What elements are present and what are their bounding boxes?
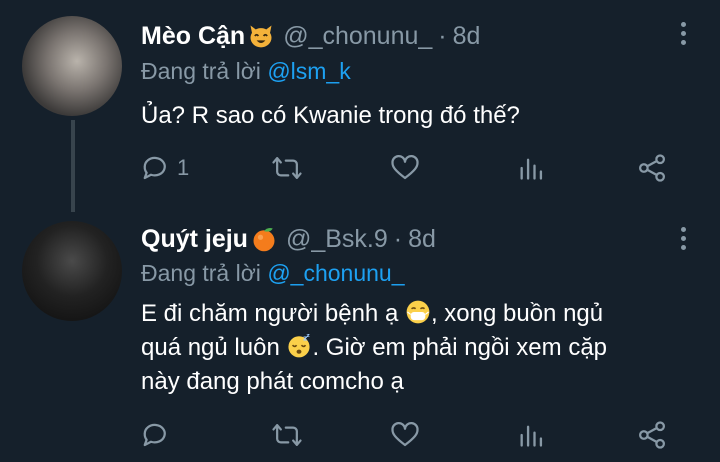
text-segment: . Giờ em phải ngồi xem cặp	[312, 334, 608, 361]
cat-face-icon	[250, 25, 272, 48]
text-segment: , xong buồn ngủ	[430, 300, 604, 327]
more-options-icon[interactable]	[678, 227, 688, 253]
replying-to-mention[interactable]: @_chonunu_	[267, 260, 404, 286]
display-name[interactable]: Mèo Cận	[141, 22, 245, 51]
tweet-actions: 1	[141, 148, 681, 188]
reply-button[interactable]	[141, 415, 177, 455]
reply-button[interactable]: 1	[141, 148, 189, 188]
user-handle[interactable]: @_chonunu_	[283, 22, 432, 51]
replying-prefix: Đang trả lời	[141, 260, 261, 286]
replying-to-mention[interactable]: @lsm_k	[267, 58, 350, 84]
user-handle[interactable]: @_Bsk.9	[286, 225, 388, 254]
separator: ·	[438, 21, 447, 50]
share-icon	[639, 421, 665, 449]
avatar[interactable]	[22, 221, 122, 321]
reply-icon	[143, 423, 166, 447]
tweet-text-line-3: này đang phát comcho ạ	[141, 365, 701, 399]
analytics-button[interactable]	[517, 415, 545, 455]
text-segment: E đi chăm người bệnh ạ	[141, 300, 399, 327]
separator: ·	[393, 224, 403, 253]
share-button[interactable]	[637, 148, 667, 188]
tweet-text-line-1: E đi chăm người bệnh ạ , xong buồn ngủ	[141, 297, 701, 331]
tweet-text-content: Ủa? R sao có Kwanie trong đó thế?	[141, 102, 520, 129]
retweet-icon	[272, 424, 302, 446]
heart-icon	[391, 155, 419, 180]
timestamp[interactable]: 8d	[408, 225, 436, 254]
share-button[interactable]	[637, 415, 667, 455]
tweet-header: Quýt jeju @_Bsk.9 · 8d	[141, 221, 436, 257]
tweet-text: E đi chăm người bệnh ạ , xong buồn ngủ q…	[141, 297, 701, 399]
replying-to-line: Đang trả lời @_chonunu_	[141, 260, 405, 287]
tweet-actions	[141, 415, 681, 455]
display-name[interactable]: Quýt jeju	[141, 225, 248, 254]
like-button[interactable]	[389, 148, 421, 188]
reply-icon	[143, 156, 166, 180]
more-options-icon[interactable]	[678, 22, 688, 48]
text-segment: quá ngủ luôn	[141, 334, 280, 361]
tangerine-icon	[253, 228, 275, 252]
replying-prefix: Đang trả lời	[141, 58, 261, 84]
retweet-button[interactable]	[271, 415, 303, 455]
tweet-reply-1[interactable]: Mèo Cận @_chonunu_ · 8d Đang trả lời @ls…	[0, 0, 720, 212]
analytics-button[interactable]	[517, 148, 545, 188]
analytics-icon	[520, 425, 543, 447]
avatar[interactable]	[22, 16, 122, 116]
tweet-text-line-2: quá ngủ luôn z z . Giờ em phải ngồi xem …	[141, 331, 701, 365]
share-icon	[639, 154, 665, 182]
tweet-text: Ủa? R sao có Kwanie trong đó thế?	[141, 99, 701, 133]
sleeping-face-icon: z z	[288, 333, 311, 358]
thread-connector-line	[71, 120, 75, 212]
tweet-reply-2[interactable]: Quýt jeju @_Bsk.9 · 8d Đang trả lời @_ch…	[0, 205, 720, 462]
like-button[interactable]	[389, 415, 421, 455]
retweet-button[interactable]	[271, 148, 303, 188]
reply-count: 1	[177, 155, 190, 180]
mask-face-icon	[406, 300, 430, 324]
text-segment: này đang phát comcho ạ	[141, 368, 404, 395]
heart-icon	[391, 422, 419, 447]
svg-text:z: z	[307, 333, 311, 339]
tweet-header: Mèo Cận @_chonunu_ · 8d	[141, 18, 480, 54]
retweet-icon	[272, 157, 302, 179]
replying-to-line: Đang trả lời @lsm_k	[141, 58, 351, 85]
analytics-icon	[520, 158, 543, 180]
timestamp[interactable]: 8d	[453, 22, 481, 51]
